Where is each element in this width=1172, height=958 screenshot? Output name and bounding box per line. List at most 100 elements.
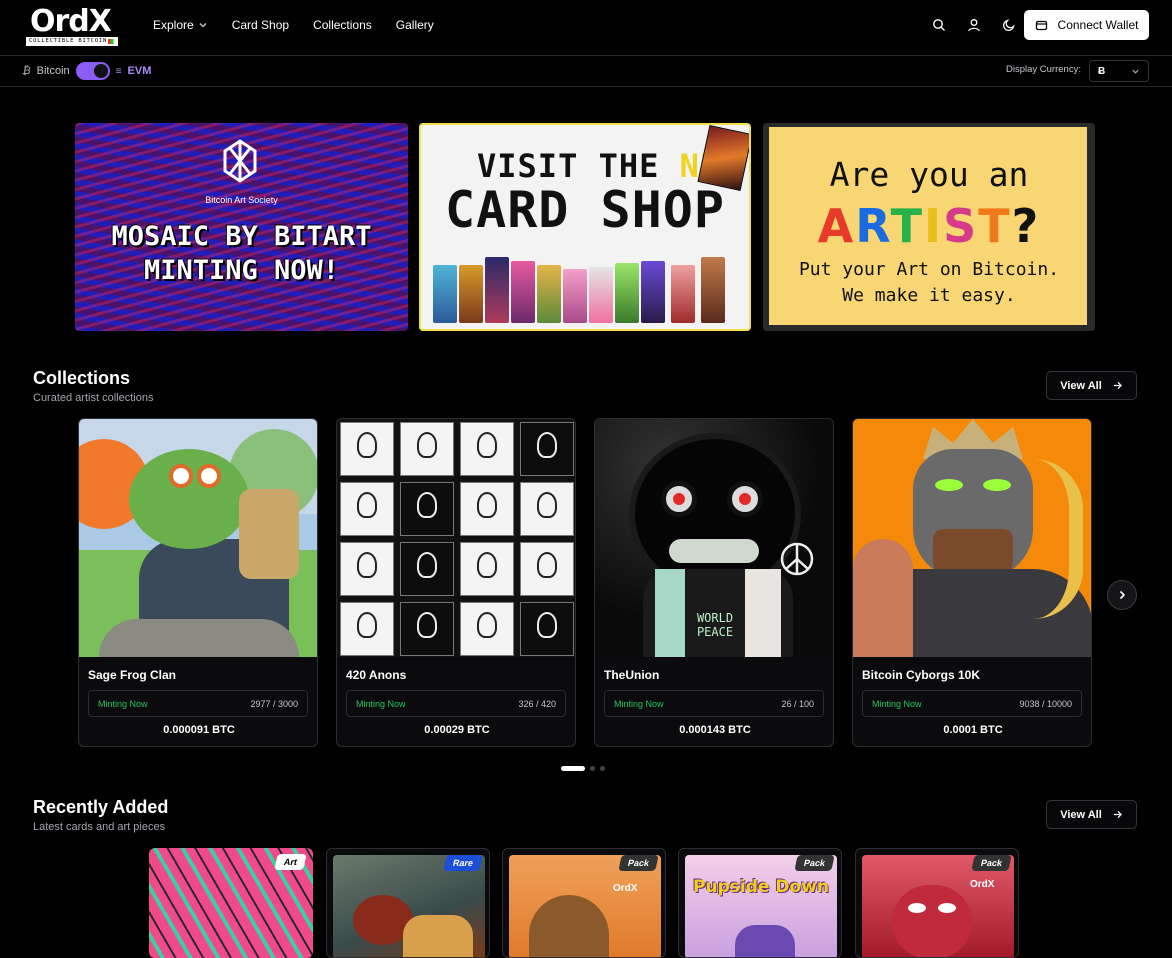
currency-value: Ƀ	[1098, 65, 1106, 77]
chain-toggle[interactable]	[75, 62, 110, 80]
collections-subtitle: Curated artist collections	[33, 392, 154, 404]
carousel-next-button[interactable]	[1107, 580, 1137, 610]
the-union-image: WORLD PEACE	[595, 419, 833, 657]
mint-status: Minting Now 2977 / 3000	[88, 690, 308, 717]
collection-card-sage-frog-clan[interactable]: Sage Frog Clan Minting Now 2977 / 3000 0…	[78, 418, 318, 747]
collection-name: 420 Anons	[346, 668, 407, 682]
chain-bar: ₿ Bitcoin ≡ EVM Display Currency: Ƀ	[0, 56, 1172, 87]
anon-tile	[400, 422, 454, 476]
anon-tile	[400, 542, 454, 596]
top-navbar: OrdX COLLECTIBLE BITCOIN Explore Card Sh…	[0, 0, 1172, 56]
mint-status: Minting Now 26 / 100	[604, 690, 824, 717]
carousel-dot[interactable]	[590, 766, 595, 771]
main-menu: Explore Card Shop Collections Gallery	[153, 0, 458, 50]
mint-count: 2977 / 3000	[250, 698, 298, 709]
menu-card-shop[interactable]: Card Shop	[232, 18, 289, 32]
pack-logo-text: OrdX	[970, 879, 995, 890]
view-all-label: View All	[1060, 808, 1102, 821]
card-pack-image	[511, 261, 535, 323]
are-you-an-text: Are you an	[829, 155, 1029, 194]
item-badge: Art	[274, 854, 307, 870]
anon-tile	[520, 602, 574, 656]
card-shop-title: CARD SHOP	[445, 181, 725, 239]
anon-tile	[340, 422, 394, 476]
display-currency-label: Display Currency:	[1006, 64, 1081, 75]
bitcoin-cyborg-image	[853, 419, 1091, 657]
banner-card-shop[interactable]: VISIT THE NEW CARD SHOP	[419, 123, 751, 331]
item-badge: Pack	[794, 855, 835, 871]
anon-tile	[400, 482, 454, 536]
chevron-down-icon	[1132, 69, 1139, 74]
anon-tile	[460, 482, 514, 536]
anon-tile	[340, 542, 394, 596]
collections-view-all-button[interactable]: View All	[1046, 371, 1137, 400]
banner-mosaic[interactable]: Bitcoin Art Society MOSAIC BY BITART MIN…	[75, 123, 408, 331]
wallet-icon	[1035, 20, 1047, 30]
mint-status: Minting Now 9038 / 10000	[862, 690, 1082, 717]
chevron-right-icon	[1119, 590, 1126, 600]
collection-card-bitcoin-cyborgs[interactable]: Bitcoin Cyborgs 10K Minting Now 9038 / 1…	[852, 418, 1092, 747]
anon-tile	[400, 602, 454, 656]
artist-line-1: Put your Art on Bitcoin.	[798, 259, 1060, 280]
search-icon[interactable]	[928, 14, 950, 36]
evm-label: EVM	[127, 65, 152, 77]
anon-tile	[340, 482, 394, 536]
featured-card-image	[697, 125, 749, 191]
world-text: WORLD	[696, 611, 734, 625]
collection-card-the-union[interactable]: WORLD PEACE TheUnion Minting Now 26 / 10…	[594, 418, 834, 747]
mint-count: 326 / 420	[518, 698, 556, 709]
pack-logo-text: OrdX	[613, 883, 638, 894]
ordx-logo[interactable]: OrdX COLLECTIBLE BITCOIN	[26, 6, 118, 46]
bitcoin-art-society-logo	[223, 139, 257, 183]
carousel-dot[interactable]	[561, 766, 585, 771]
mint-status-label: Minting Now	[872, 698, 922, 709]
anon-grid	[340, 422, 574, 656]
anon-tile	[520, 542, 574, 596]
collections-title: Collections	[33, 368, 131, 388]
ethereum-icon: ≡	[115, 65, 122, 77]
user-icon[interactable]	[963, 14, 985, 36]
connect-wallet-button[interactable]: Connect Wallet	[1024, 10, 1149, 40]
menu-explore[interactable]: Explore	[153, 18, 208, 32]
mint-status-label: Minting Now	[614, 698, 664, 709]
artist-line-2: We make it easy.	[842, 285, 1016, 306]
menu-explore-label: Explore	[153, 18, 194, 32]
carousel-dots	[561, 766, 605, 771]
anon-tile	[520, 482, 574, 536]
card-pack-image	[459, 265, 483, 323]
recent-view-all-button[interactable]: View All	[1046, 800, 1137, 829]
carousel-dot[interactable]	[600, 766, 605, 771]
chain-switch: ₿ Bitcoin ≡ EVM	[22, 62, 151, 80]
recent-item-pack[interactable]: OrdX Pack	[855, 848, 1019, 958]
card-pack-image	[615, 263, 639, 323]
recent-item-pack[interactable]: OrdX Pack	[502, 848, 666, 958]
card-pack-image	[485, 257, 509, 323]
currency-select[interactable]: Ƀ	[1089, 60, 1149, 82]
mosaic-headline: MOSAIC BY BITART	[111, 221, 372, 252]
menu-collections[interactable]: Collections	[313, 18, 372, 32]
arrow-right-icon	[1113, 810, 1122, 819]
logo-tagline: COLLECTIBLE BITCOIN	[26, 37, 118, 46]
collection-name: Sage Frog Clan	[88, 668, 177, 682]
banner-artist[interactable]: Are you an ARTIST? Put your Art on Bitco…	[763, 123, 1095, 331]
card-pack-image	[671, 265, 695, 323]
420-anons-grid-image	[337, 419, 575, 657]
peace-text: PEACE	[696, 625, 734, 639]
connect-wallet-label: Connect Wallet	[1057, 18, 1139, 32]
collection-price: 0.0001 BTC	[943, 724, 1003, 736]
recent-item-pack[interactable]: Pupside Down Pack	[678, 848, 842, 958]
recent-item-art[interactable]: Art	[149, 848, 313, 958]
recent-item-rare[interactable]: Rare	[326, 848, 490, 958]
mint-count: 9038 / 10000	[1019, 698, 1072, 709]
anon-tile	[460, 542, 514, 596]
menu-gallery[interactable]: Gallery	[396, 18, 434, 32]
collection-price: 0.000091 BTC	[163, 724, 235, 736]
chevron-down-icon	[199, 23, 207, 28]
sage-frog-image	[79, 419, 317, 657]
anon-tile	[460, 602, 514, 656]
card-pack-image	[641, 261, 665, 323]
moon-icon[interactable]	[998, 14, 1020, 36]
item-badge: Pack	[971, 855, 1012, 871]
collection-card-420-anons[interactable]: 420 Anons Minting Now 326 / 420 0.00029 …	[336, 418, 576, 747]
mint-status-label: Minting Now	[356, 698, 406, 709]
